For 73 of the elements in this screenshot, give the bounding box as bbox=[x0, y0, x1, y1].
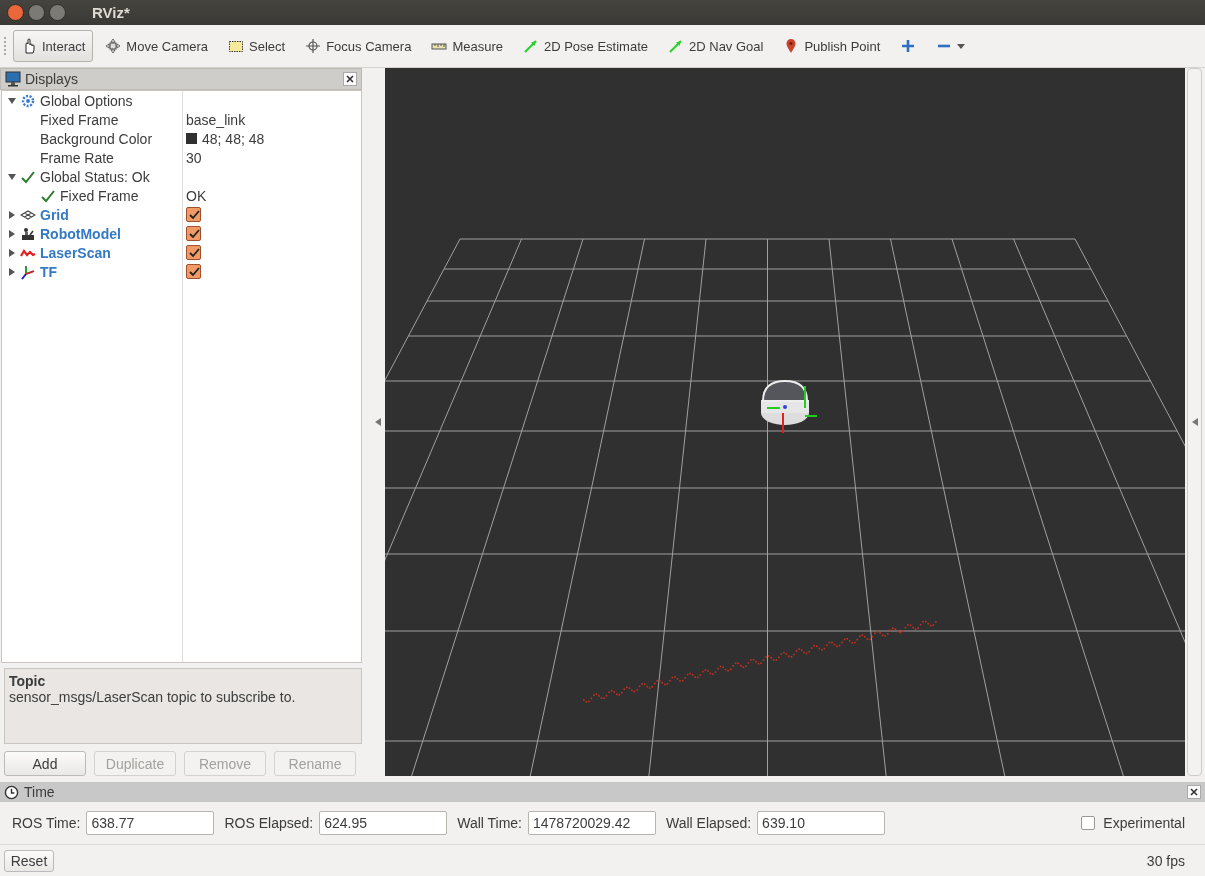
expand-arrow-icon[interactable] bbox=[1191, 418, 1198, 426]
tool-button[interactable]: Interact bbox=[13, 30, 94, 62]
tool-button[interactable]: Publish Point bbox=[775, 30, 889, 62]
color-swatch[interactable] bbox=[186, 133, 197, 144]
property-name[interactable]: Fixed Frame bbox=[60, 187, 139, 204]
property-value[interactable]: 48; 48; 48 bbox=[202, 130, 265, 147]
display-name[interactable]: RobotModel bbox=[40, 225, 121, 242]
close-button[interactable] bbox=[343, 72, 357, 86]
expand-arrow-icon[interactable] bbox=[8, 229, 16, 238]
display-name[interactable]: TF bbox=[40, 263, 58, 280]
description-title: Topic bbox=[9, 673, 47, 689]
property-name[interactable]: Frame Rate bbox=[40, 149, 114, 166]
text-field[interactable]: 639.10 bbox=[757, 811, 886, 835]
property-value[interactable]: OK bbox=[186, 187, 207, 204]
minimize-button[interactable] bbox=[28, 4, 45, 21]
description-text: sensor_msgs/LaserScan topic to subscribe to. bbox=[9, 689, 297, 705]
maximize-button[interactable] bbox=[49, 4, 66, 21]
expand-arrow-icon[interactable] bbox=[8, 267, 16, 276]
checkbox[interactable] bbox=[186, 245, 201, 260]
checkbox-label[interactable]: Experimental bbox=[1103, 815, 1185, 831]
selection-rectangle-icon bbox=[228, 38, 244, 54]
text-field[interactable]: 624.95 bbox=[319, 811, 448, 835]
tool-button[interactable]: 2D Nav Goal bbox=[660, 30, 772, 62]
expand-arrow-icon[interactable] bbox=[8, 96, 16, 105]
window-title: RViz* bbox=[92, 4, 130, 21]
field-label: Wall Elapsed: bbox=[666, 815, 752, 831]
tool-button[interactable]: Move Camera bbox=[97, 30, 216, 62]
arrow-icon bbox=[668, 38, 684, 54]
monitor-icon bbox=[5, 71, 21, 87]
fps-label: 30 fps bbox=[1146, 853, 1185, 869]
clock-icon bbox=[4, 784, 19, 800]
side-panel-handle[interactable] bbox=[1187, 68, 1202, 776]
checkbox[interactable] bbox=[186, 264, 201, 279]
tool-button[interactable]: Measure bbox=[423, 30, 511, 62]
display-name[interactable]: LaserScan bbox=[40, 244, 111, 261]
gear-icon bbox=[20, 92, 36, 109]
checkbox[interactable] bbox=[1081, 816, 1096, 830]
checkbox[interactable] bbox=[186, 207, 201, 222]
3d-viewport[interactable] bbox=[385, 68, 1185, 776]
tool-button[interactable]: Focus Camera bbox=[297, 30, 420, 62]
expand-arrow-icon[interactable] bbox=[8, 172, 16, 181]
collapse-arrow-icon[interactable] bbox=[375, 418, 381, 426]
move-arrows-icon bbox=[105, 38, 122, 54]
field-label: ROS Time: bbox=[12, 815, 81, 831]
property-value[interactable]: 30 bbox=[186, 149, 202, 166]
field-label: Wall Time: bbox=[457, 815, 522, 831]
checkbox[interactable] bbox=[186, 226, 201, 241]
robot-icon bbox=[20, 225, 36, 242]
axes-icon bbox=[20, 263, 36, 280]
property-value[interactable]: base_link bbox=[186, 111, 246, 128]
close-button[interactable] bbox=[1187, 785, 1201, 799]
text-field[interactable]: 1478720029.42 bbox=[528, 811, 656, 835]
panel-button[interactable]: Add bbox=[4, 751, 86, 776]
panel-title: Time bbox=[24, 784, 55, 800]
display-name[interactable]: Grid bbox=[40, 206, 69, 223]
plus-icon bbox=[900, 38, 917, 54]
arrow-icon bbox=[522, 38, 539, 54]
text-field[interactable]: 638.77 bbox=[86, 811, 215, 835]
tool-button[interactable]: 2D Pose Estimate bbox=[514, 30, 656, 62]
panel-title: Displays bbox=[25, 71, 78, 87]
dropdown-caret-icon[interactable] bbox=[957, 43, 966, 49]
robot-drawing bbox=[761, 380, 818, 434]
expand-arrow-icon[interactable] bbox=[8, 210, 16, 219]
property-name[interactable]: Fixed Frame bbox=[40, 111, 119, 128]
reset-button[interactable]: Reset bbox=[4, 850, 54, 872]
toolbar-grip[interactable] bbox=[4, 37, 9, 55]
property-name[interactable]: Background Color bbox=[40, 130, 153, 147]
expand-arrow-icon[interactable] bbox=[8, 248, 16, 257]
crosshair-icon bbox=[305, 38, 322, 54]
field-label: ROS Elapsed: bbox=[224, 815, 314, 831]
tool-button[interactable]: Select bbox=[220, 30, 294, 62]
property-name[interactable]: Global Options bbox=[40, 92, 133, 109]
property-name[interactable]: Global Status: Ok bbox=[40, 168, 150, 185]
